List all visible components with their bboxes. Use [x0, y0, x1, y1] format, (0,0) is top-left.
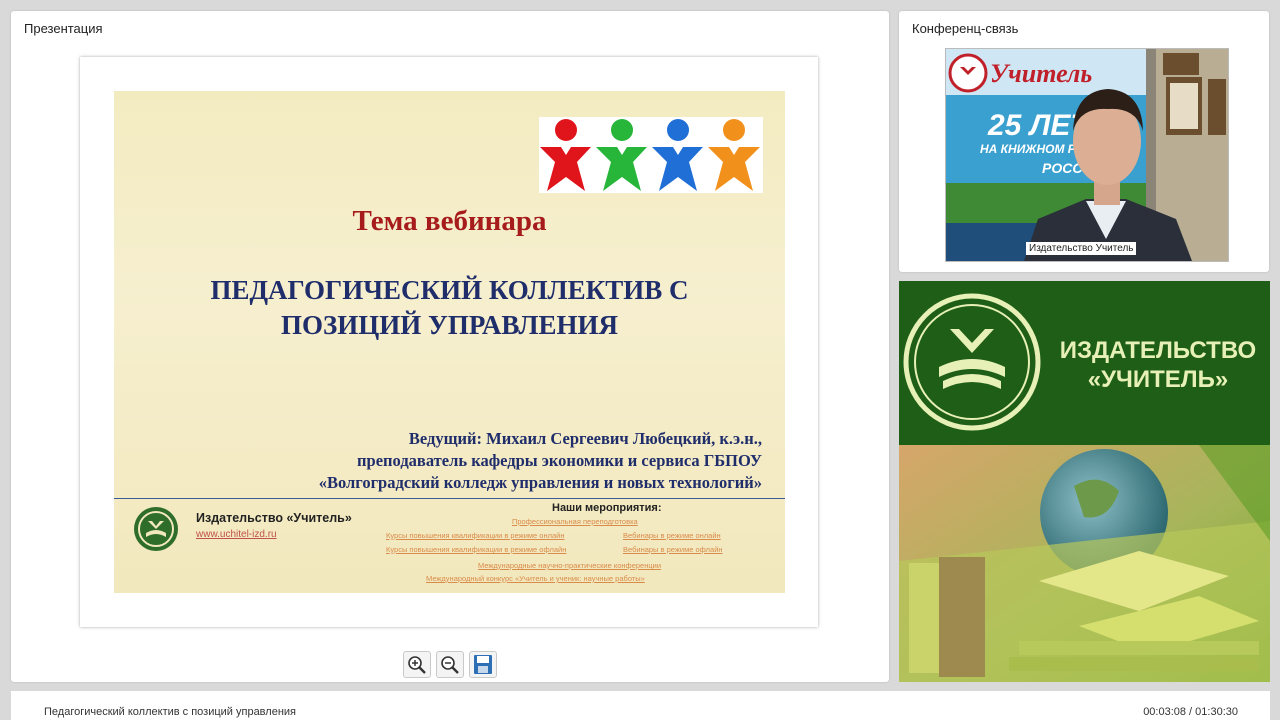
save-button[interactable]: [469, 651, 497, 678]
event-link[interactable]: Профессиональная переподготовка: [512, 517, 638, 526]
conference-panel-title: Конференц-связь: [912, 21, 1019, 36]
slide: Тема вебинара ПЕДАГОГИЧЕСКИЙ КОЛЛЕКТИВ С…: [114, 91, 785, 593]
webcam-frame-icon: Учитель 25 ЛЕТ НА КНИЖНОМ РЫНКЕ РОСС: [946, 49, 1228, 261]
backdrop-country: РОСС: [1042, 160, 1083, 176]
zoom-in-button[interactable]: [403, 651, 431, 678]
slide-topic: ПЕДАГОГИЧЕСКИЙ КОЛЛЕКТИВ С ПОЗИЦИЙ УПРАВ…: [154, 273, 745, 343]
presentation-panel-title: Презентация: [24, 21, 103, 36]
event-link[interactable]: Вебинары в режиме онлайн: [623, 531, 721, 540]
slide-heading: Тема вебинара: [352, 205, 547, 237]
event-link[interactable]: Курсы повышения квалификации в режиме оф…: [386, 545, 566, 554]
publisher-banner: ИЗДАТЕЛЬСТВО «УЧИТЕЛЬ»: [899, 281, 1270, 682]
slide-presenter: Ведущий: Михаил Сергеевич Любецкий, к.э.…: [174, 428, 762, 494]
playback-time: 00:03:08 / 01:30:30: [1143, 706, 1238, 718]
webcam-video[interactable]: Учитель 25 ЛЕТ НА КНИЖНОМ РЫНКЕ РОСС Изд…: [945, 48, 1229, 262]
slide-viewer[interactable]: Тема вебинара ПЕДАГОГИЧЕСКИЙ КОЛЛЕКТИВ С…: [80, 57, 818, 627]
presenter-line: Ведущий: Михаил Сергеевич Любецкий, к.э.…: [408, 429, 762, 448]
event-link[interactable]: Вебинары в режиме офлайн: [623, 545, 723, 554]
zoom-in-icon: [408, 656, 426, 674]
slide-publisher: Издательство «Учитель»: [196, 511, 352, 525]
bottom-status-bar: Педагогический коллектив с позиций управ…: [11, 691, 1270, 720]
slide-topic-line: ПОЗИЦИЙ УПРАВЛЕНИЯ: [281, 310, 618, 340]
slide-url-link[interactable]: www.uchitel-izd.ru: [196, 529, 277, 540]
slide-events-title: Наши мероприятия:: [552, 502, 662, 514]
event-link[interactable]: Международный конкурс «Учитель и ученик:…: [426, 574, 645, 583]
conference-panel: Конференц-связь Учитель 25 ЛЕТ НА КНИЖНО…: [899, 11, 1269, 272]
banner-line2: «УЧИТЕЛЬ»: [1088, 366, 1229, 393]
webinar-title: Педагогический коллектив с позиций управ…: [44, 706, 296, 718]
publisher-emblem-icon: [134, 507, 178, 551]
zoom-out-button[interactable]: [436, 651, 464, 678]
slide-topic-line: ПЕДАГОГИЧЕСКИЙ КОЛЛЕКТИВ С: [210, 275, 689, 305]
presenter-line: преподаватель кафедры экономики и сервис…: [357, 451, 762, 470]
zoom-out-icon: [441, 656, 459, 674]
publisher-banner-art: ИЗДАТЕЛЬСТВО «УЧИТЕЛЬ»: [899, 281, 1270, 682]
banner-line1: ИЗДАТЕЛЬСТВО: [1060, 337, 1256, 364]
event-link[interactable]: Международные научно-практические конфер…: [478, 561, 661, 570]
presenter-line: «Волгоградский колледж управления и новы…: [318, 473, 762, 492]
presentation-panel: Презентация Тема вебинара ПЕДАГОГИЧЕСКИЙ…: [11, 11, 889, 682]
slide-divider: [114, 498, 785, 499]
save-icon: [474, 655, 492, 674]
event-link[interactable]: Курсы повышения квалификации в режиме он…: [386, 531, 565, 540]
backdrop-brand: Учитель: [990, 59, 1092, 88]
people-logo-icon: [539, 117, 763, 193]
video-label: Издательство Учитель: [1026, 242, 1137, 255]
